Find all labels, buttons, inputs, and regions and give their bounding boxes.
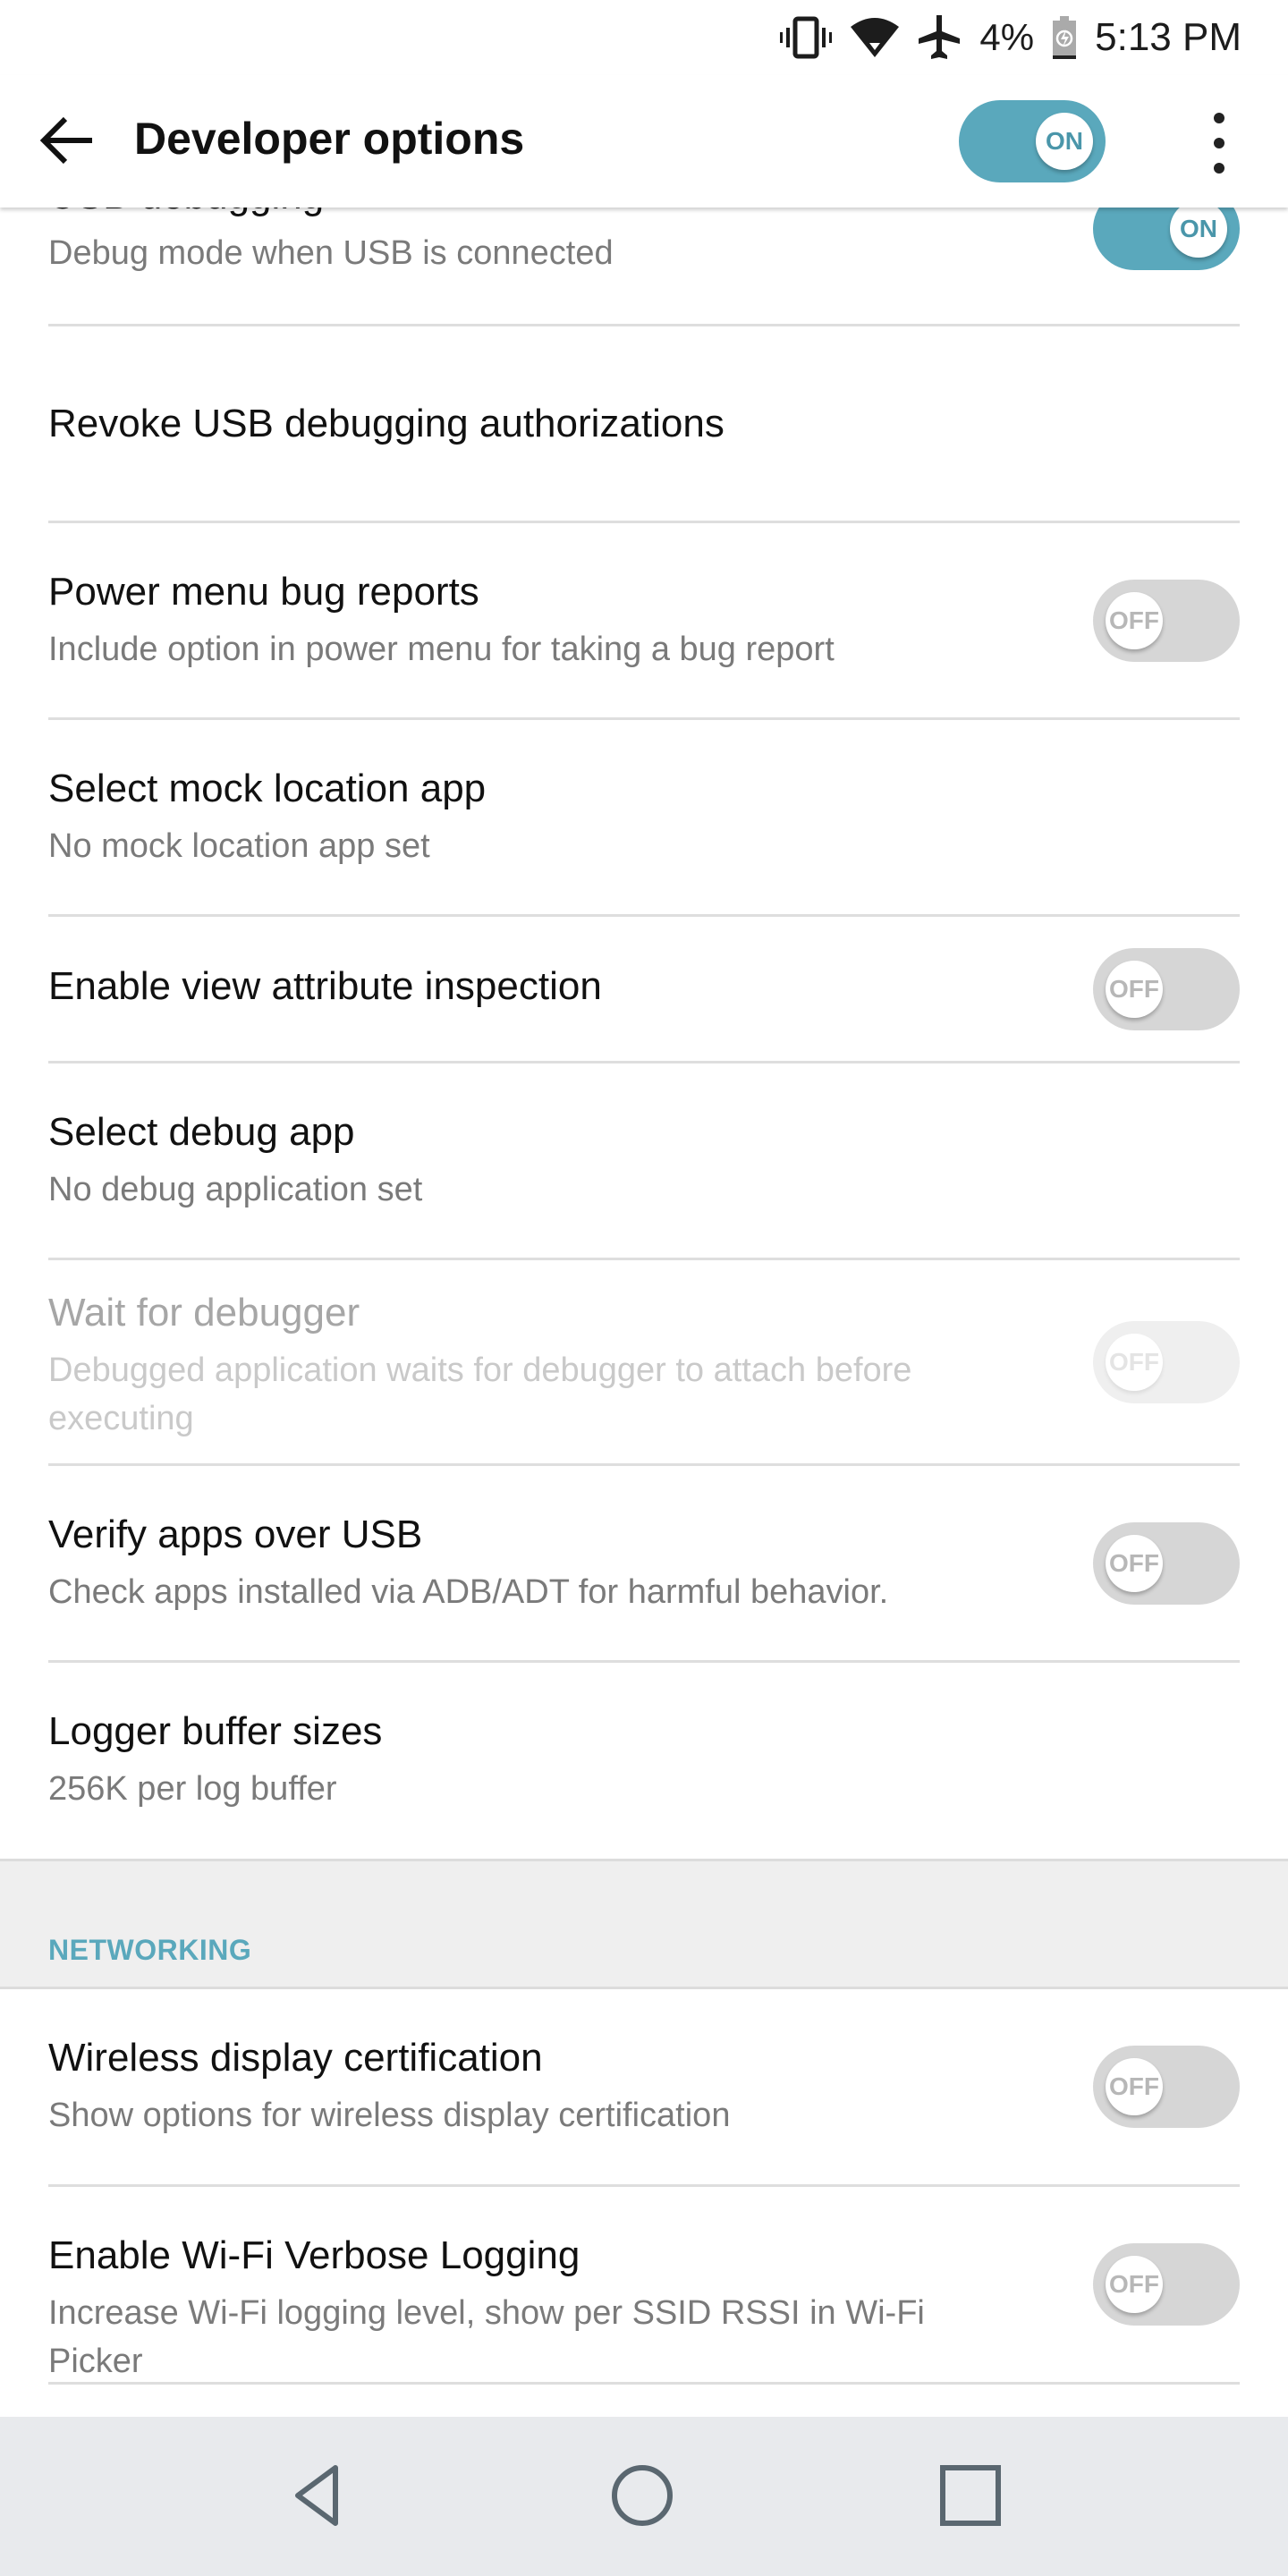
clock-time: 5:13 PM <box>1095 15 1241 59</box>
battery-charging-icon <box>1052 16 1077 59</box>
more-vert-icon-dot <box>1214 163 1224 174</box>
nav-home-button[interactable] <box>589 2444 696 2551</box>
toggle-knob: OFF <box>1106 961 1163 1018</box>
home-circle-icon <box>609 2462 675 2532</box>
setting-revoke-usb-authorizations[interactable]: Revoke USB debugging authorizations <box>0 326 1288 521</box>
airplane-mode-icon <box>917 13 962 62</box>
developer-options-master-toggle[interactable]: ON <box>959 100 1106 182</box>
back-button[interactable] <box>36 111 98 174</box>
setting-enable-wifi-verbose-logging[interactable]: Enable Wi-Fi Verbose Logging Increase Wi… <box>0 2187 1288 2382</box>
more-vert-icon-dot <box>1214 138 1224 148</box>
battery-percent: 4% <box>979 16 1035 58</box>
setting-summary: Increase Wi-Fi logging level, show per S… <box>48 2294 925 2380</box>
setting-verify-apps-over-usb[interactable]: Verify apps over USB Check apps installe… <box>0 1466 1288 1661</box>
setting-summary: Check apps installed via ADB/ADT for har… <box>48 1573 889 1611</box>
setting-select-mock-location-app[interactable]: Select mock location app No mock locatio… <box>0 720 1288 915</box>
nav-back-button[interactable] <box>263 2444 370 2551</box>
page-title: Developer options <box>134 114 525 164</box>
setting-title: Revoke USB debugging authorizations <box>48 402 724 445</box>
arrow-back-icon <box>39 115 94 169</box>
setting-title: Select debug app <box>48 1110 355 1154</box>
setting-summary: No mock location app set <box>48 827 430 865</box>
setting-summary: Include option in power menu for taking … <box>48 631 835 668</box>
setting-wireless-display-certification[interactable]: Wireless display certification Show opti… <box>0 1989 1288 2184</box>
setting-title: Select mock location app <box>48 767 487 810</box>
setting-title: Wireless display certification <box>48 2036 543 2080</box>
toggle-knob: OFF <box>1106 2256 1163 2313</box>
navigation-bar <box>0 2417 1288 2576</box>
setting-summary: Debugged application waits for debugger … <box>48 1352 912 1437</box>
recents-square-icon <box>939 2464 1002 2530</box>
setting-summary: No debug application set <box>48 1171 423 1208</box>
setting-title: Wait for debugger <box>48 1291 360 1335</box>
setting-summary: Debug mode when USB is connected <box>48 234 614 272</box>
setting-title: Verify apps over USB <box>48 1513 423 1556</box>
back-triangle-icon <box>285 2464 348 2530</box>
setting-summary: 256K per log buffer <box>48 1770 337 1808</box>
setting-power-menu-bug-reports[interactable]: Power menu bug reports Include option in… <box>0 523 1288 718</box>
setting-select-debug-app[interactable]: Select debug app No debug application se… <box>0 1063 1288 1258</box>
wifi-icon <box>851 16 900 59</box>
setting-title: Power menu bug reports <box>48 570 479 614</box>
wifi-verbose-logging-toggle[interactable]: OFF <box>1093 2243 1240 2326</box>
toggle-knob: ON <box>1036 113 1093 170</box>
toggle-knob: OFF <box>1106 1535 1163 1592</box>
section-header-networking: NETWORKING <box>0 1859 1288 1989</box>
setting-title: Logger buffer sizes <box>48 1709 383 1753</box>
setting-summary: Show options for wireless display certif… <box>48 2097 731 2134</box>
toggle-knob: OFF <box>1106 1334 1163 1391</box>
more-vert-icon <box>1214 113 1224 123</box>
vibrate-icon <box>779 15 833 60</box>
toggle-knob: OFF <box>1106 592 1163 649</box>
setting-title: Enable view attribute inspection <box>48 964 602 1008</box>
setting-title: Enable Wi-Fi Verbose Logging <box>48 2233 580 2277</box>
wait-for-debugger-toggle: OFF <box>1093 1321 1240 1403</box>
section-label: NETWORKING <box>48 1934 252 1966</box>
power-menu-bug-reports-toggle[interactable]: OFF <box>1093 580 1240 662</box>
toggle-knob: OFF <box>1106 2058 1163 2115</box>
setting-wait-for-debugger: Wait for debugger Debugged application w… <box>0 1260 1288 1464</box>
toggle-knob: ON <box>1170 200 1227 258</box>
setting-logger-buffer-sizes[interactable]: Logger buffer sizes 256K per log buffer <box>0 1663 1288 1858</box>
divider <box>48 2382 1240 2385</box>
wireless-display-certification-toggle[interactable]: OFF <box>1093 2046 1240 2128</box>
nav-recents-button[interactable] <box>917 2444 1024 2551</box>
verify-apps-over-usb-toggle[interactable]: OFF <box>1093 1522 1240 1605</box>
app-bar: Developer options ON <box>0 75 1288 208</box>
view-attribute-inspection-toggle[interactable]: OFF <box>1093 948 1240 1030</box>
more-options-button[interactable] <box>1199 107 1240 179</box>
setting-enable-view-attribute-inspection[interactable]: Enable view attribute inspection OFF <box>0 917 1288 1062</box>
status-bar: 4% 5:13 PM <box>0 0 1288 75</box>
